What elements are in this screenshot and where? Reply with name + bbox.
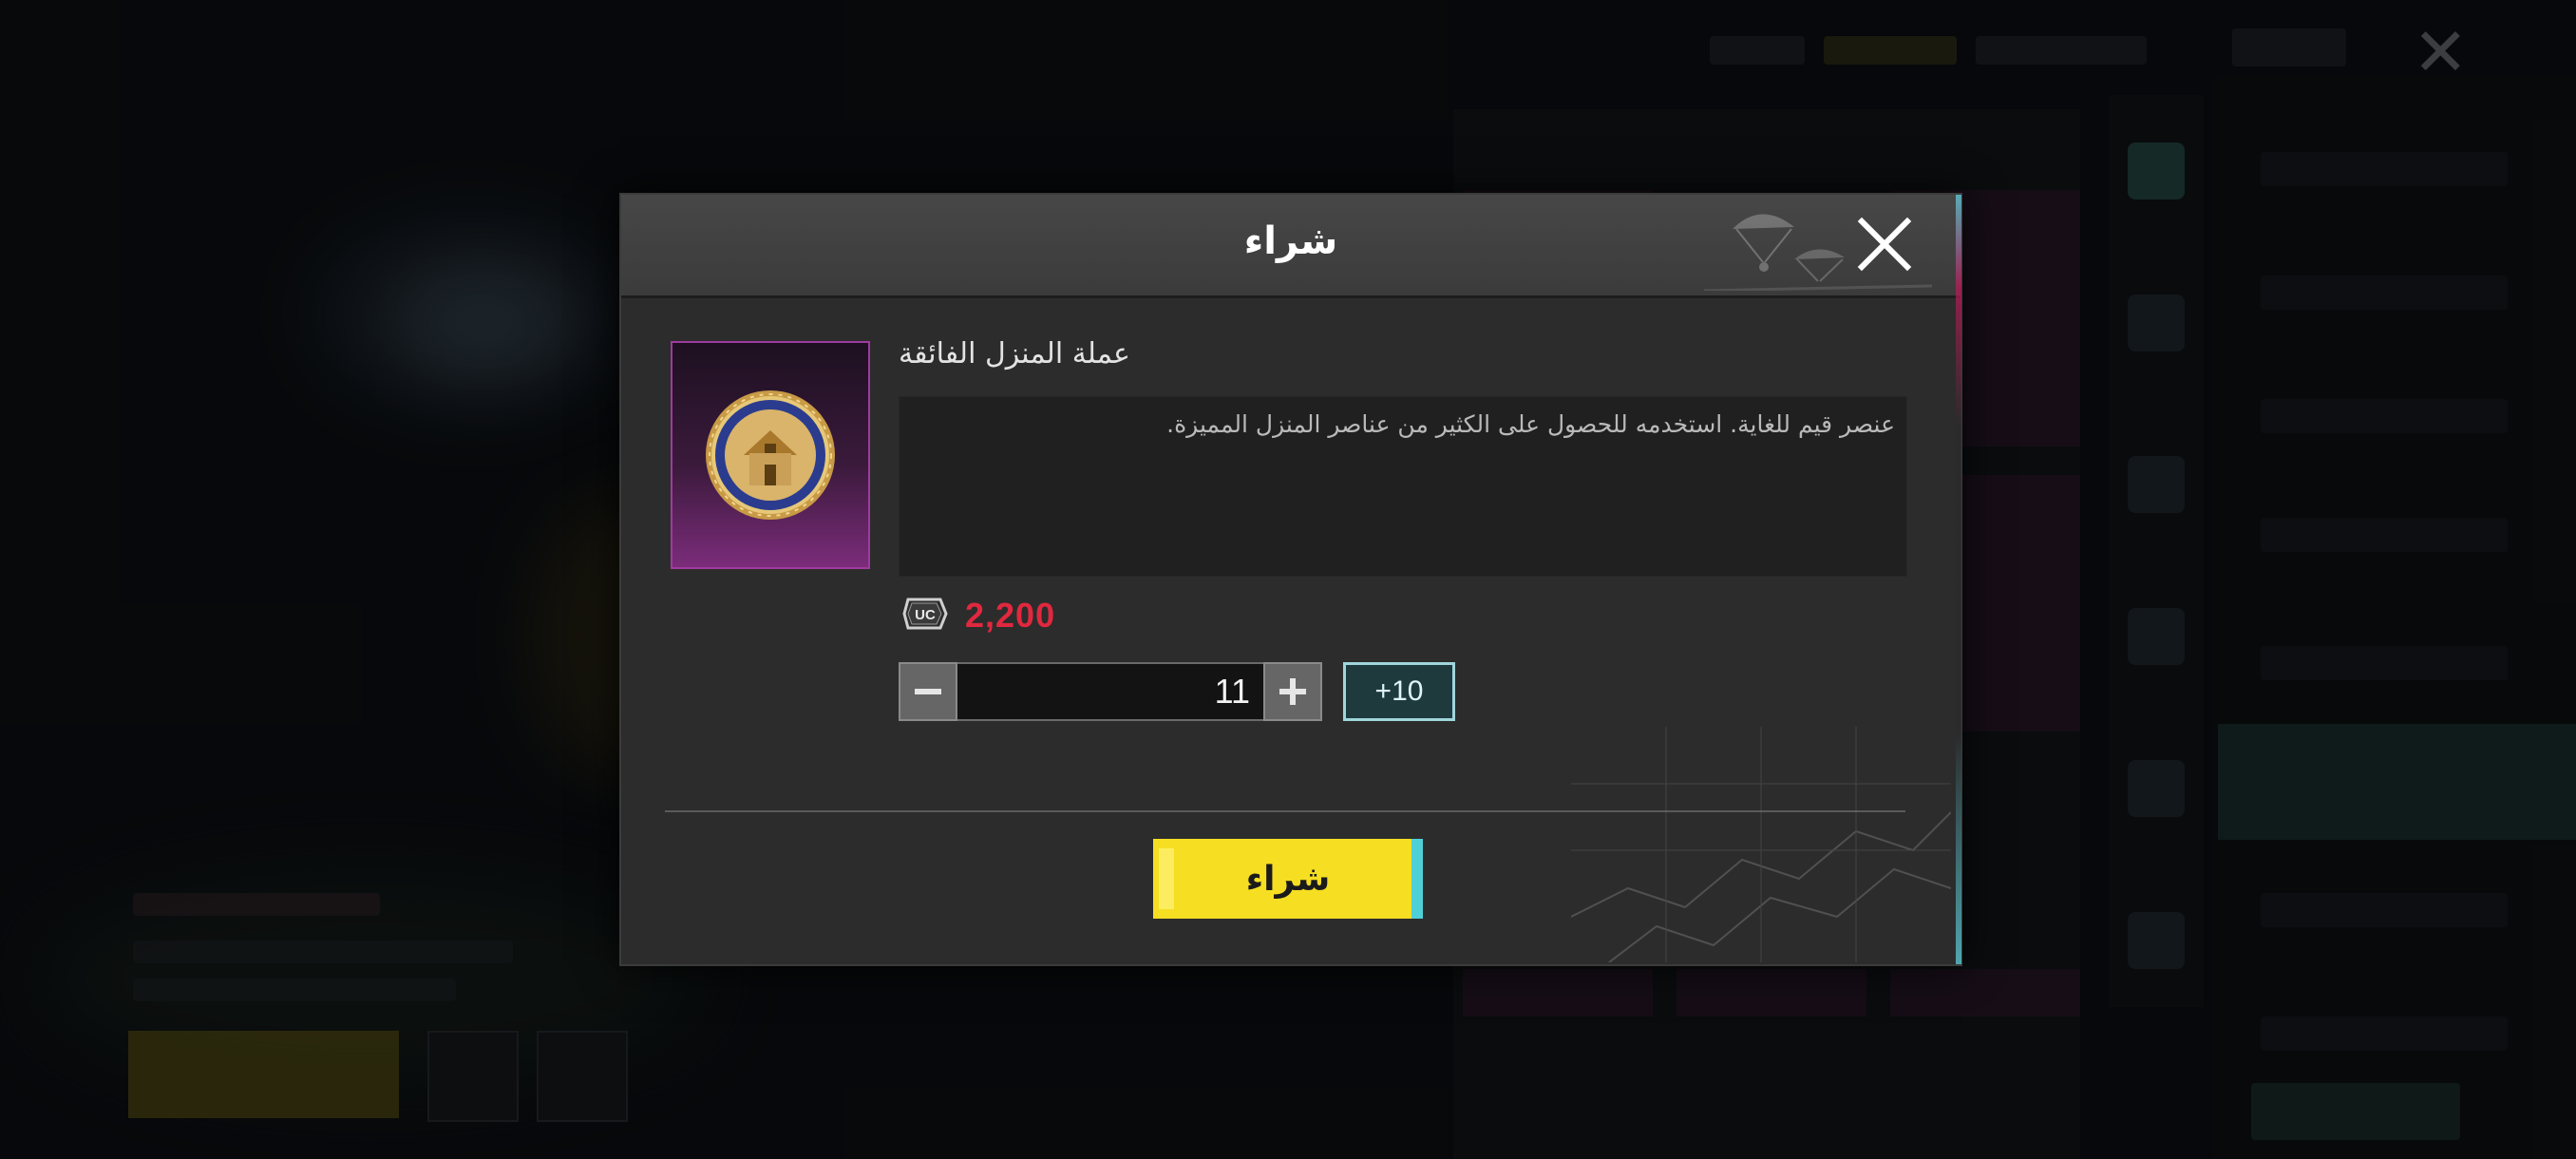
decrement-button[interactable] (899, 662, 957, 721)
increment-button[interactable] (1263, 662, 1322, 721)
minus-icon (915, 689, 941, 694)
quantity-field[interactable]: 11 (957, 662, 1263, 721)
purchase-dialog: شراء عملة المنزل الفائقة عنصر قيم للغاية… (619, 193, 1962, 966)
item-name-row: عملة المنزل الفائقة (899, 337, 1130, 370)
dialog-accent-edge (1956, 195, 1961, 964)
close-button[interactable] (1854, 214, 1915, 275)
uc-icon-label: UC (915, 607, 936, 623)
add-ten-button[interactable]: +10 (1343, 662, 1455, 721)
price-amount: 2,200 (965, 596, 1056, 635)
close-icon (1857, 217, 1912, 272)
quantity-stepper: 11 (899, 662, 1326, 721)
buy-button-edge (1411, 839, 1423, 919)
buy-button-label: شراء (1245, 859, 1331, 899)
item-thumbnail (671, 341, 870, 569)
buy-button-streak (1159, 848, 1174, 909)
plus-icon (1279, 678, 1306, 705)
dialog-header: شراء (621, 195, 1960, 298)
item-description: عنصر قيم للغاية. استخدمه للحصول على الكث… (1166, 410, 1895, 438)
item-name: عملة المنزل الفائقة (899, 337, 1130, 370)
house-coin-icon (706, 390, 835, 520)
uc-icon: UC (902, 598, 948, 630)
map-decoration-icon (1571, 727, 1951, 962)
item-description-box: عنصر قيم للغاية. استخدمه للحصول على الكث… (899, 396, 1907, 577)
buy-button[interactable]: شراء (1153, 839, 1423, 919)
